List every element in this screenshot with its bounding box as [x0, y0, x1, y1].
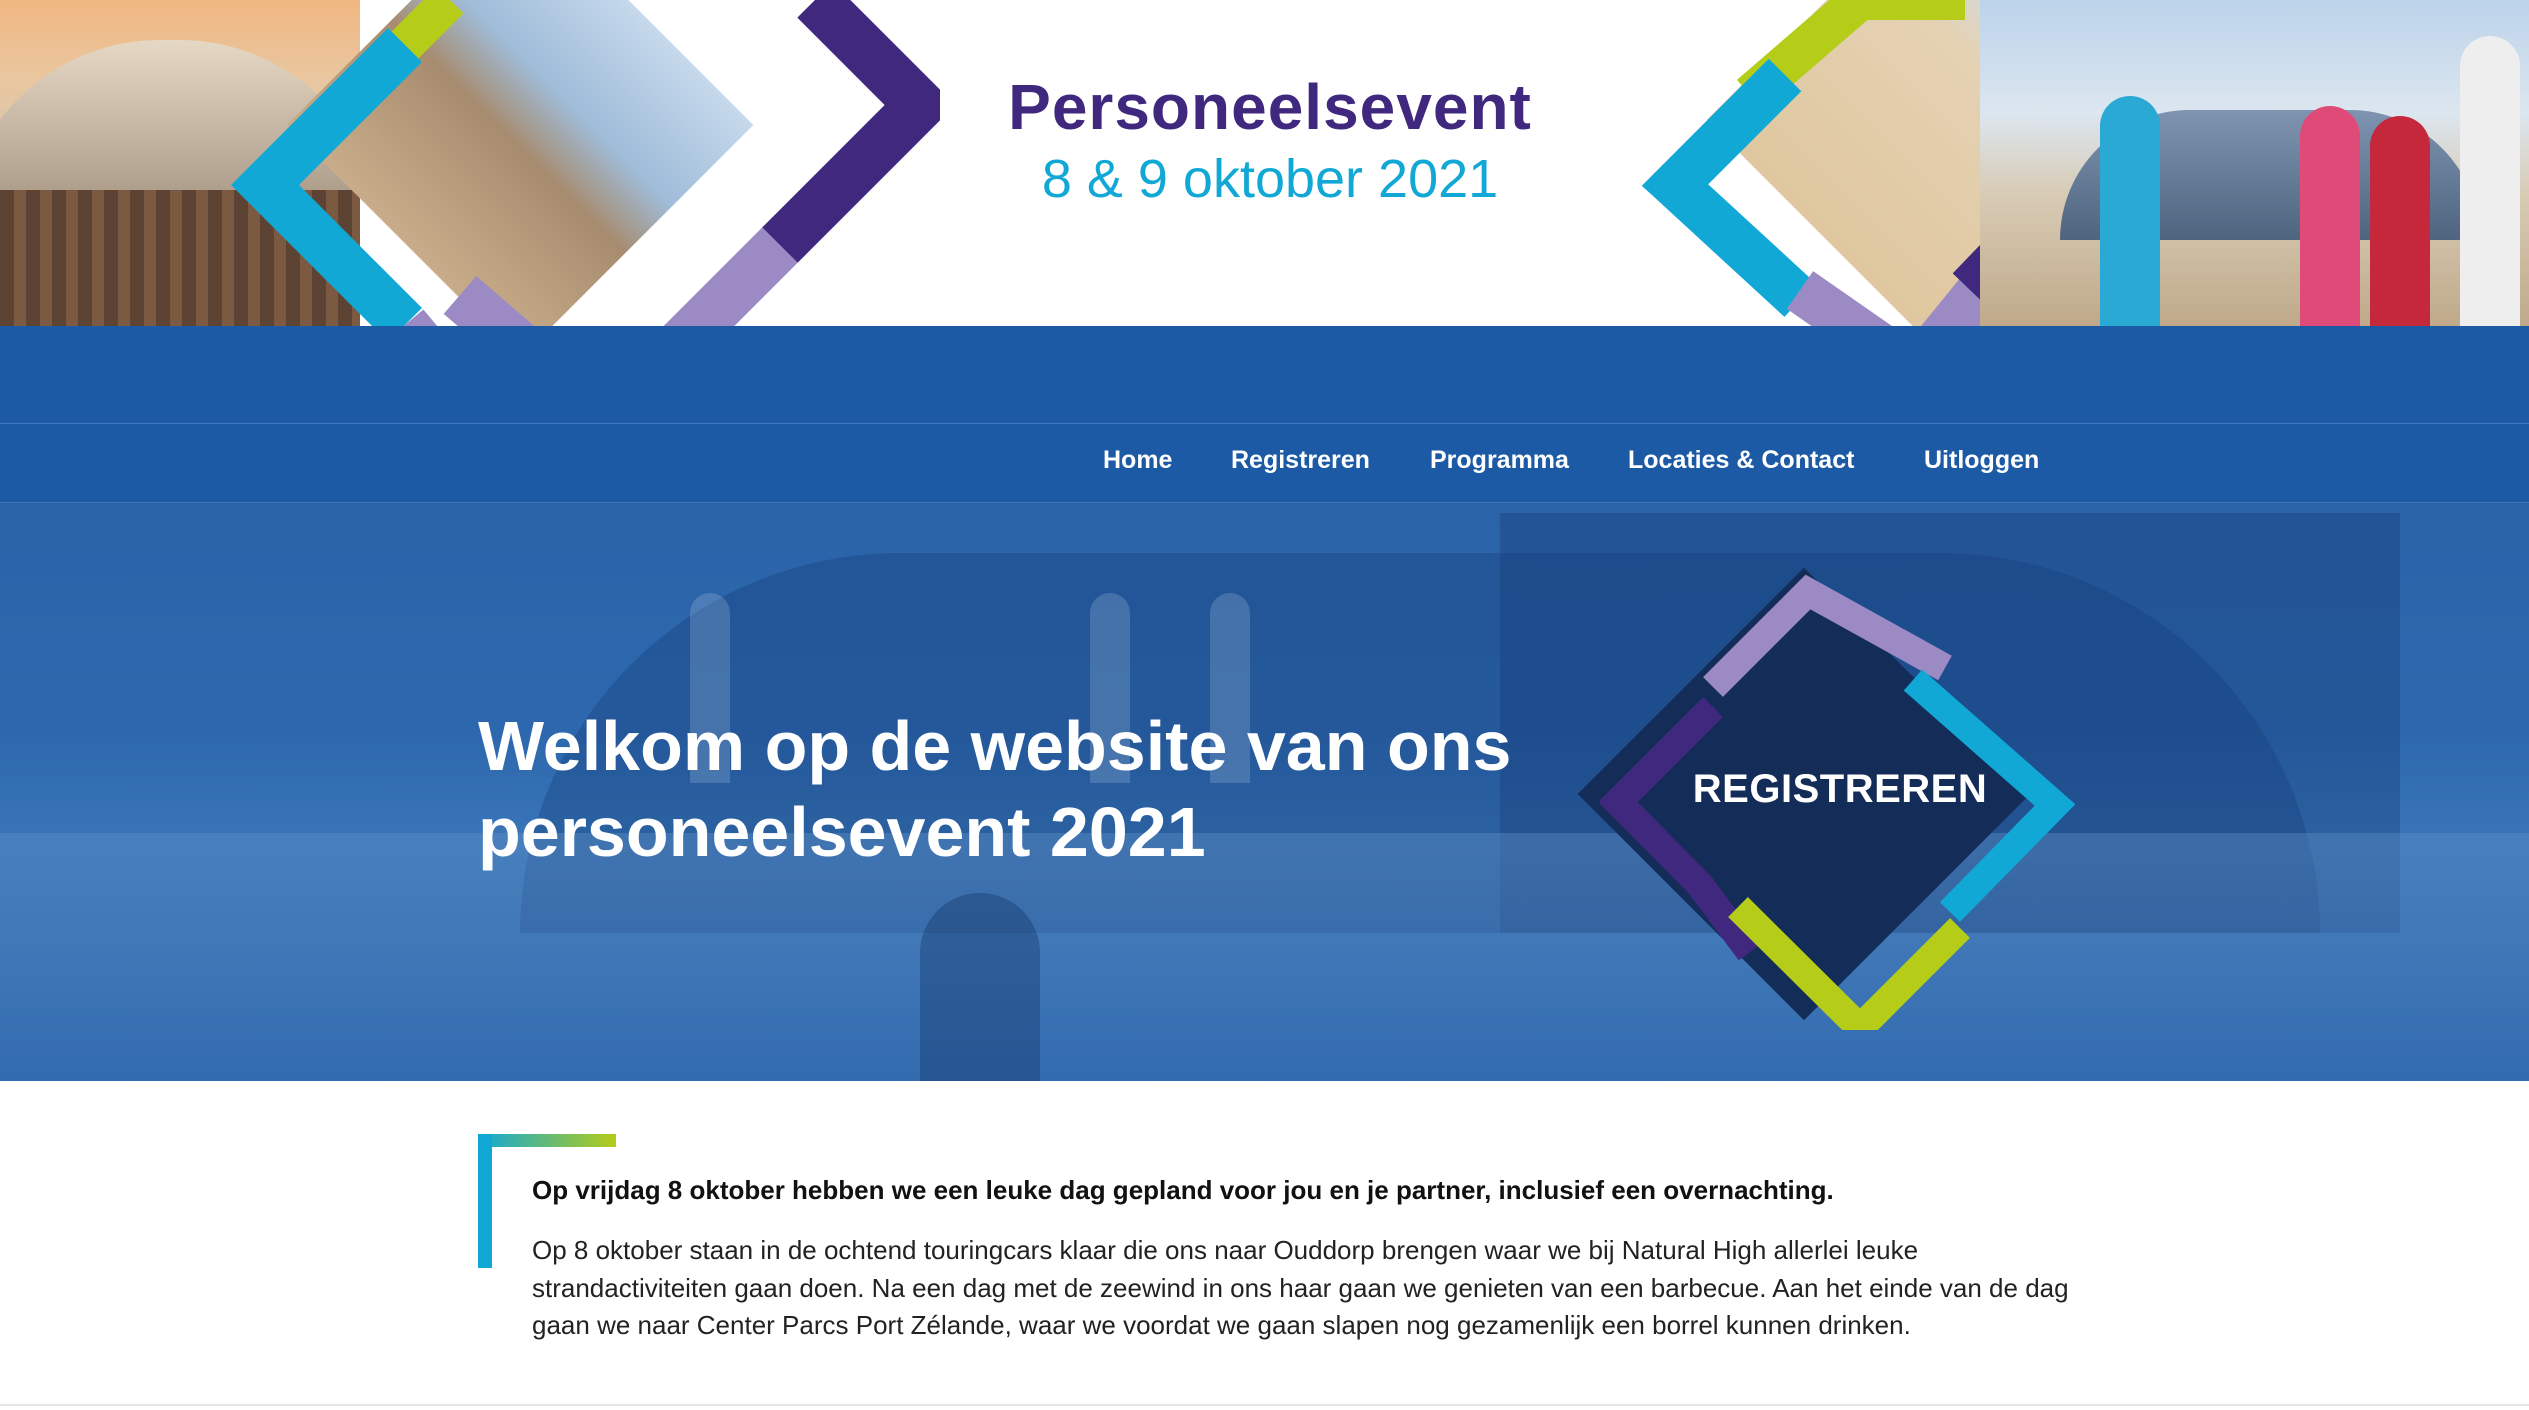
hero-heading: Welkom op de website van ons personeelse…: [478, 707, 1512, 871]
intro-paragraph: Op 8 oktober staan in de ochtend touring…: [532, 1235, 2069, 1340]
nav-uitloggen[interactable]: Uitloggen: [1924, 446, 2039, 475]
nav-home[interactable]: Home: [1103, 446, 1172, 475]
content-divider: [0, 1404, 2529, 1406]
event-title: Personeelsevent: [1008, 71, 1532, 143]
intro-bold-text: Op vrijdag 8 oktober hebben we een leuke…: [532, 1175, 1834, 1205]
event-dates: 8 & 9 oktober 2021: [1041, 149, 1499, 209]
beach-people-photo: [1980, 0, 2529, 326]
nav-programma[interactable]: Programma: [1430, 446, 1569, 475]
header-band: [0, 326, 2529, 423]
register-button-label[interactable]: REGISTREREN: [1630, 767, 2050, 812]
nav-locaties-contact[interactable]: Locaties & Contact: [1628, 446, 1854, 475]
nav-registreren[interactable]: Registreren: [1231, 446, 1370, 475]
main-navigation: Home Registreren Programma Locaties & Co…: [0, 423, 2529, 503]
hero-banner: Welkom op de website van ons personeelse…: [0, 503, 2529, 1081]
site-header: Personeelsevent 8 & 9 oktober 2021: [0, 0, 2529, 420]
